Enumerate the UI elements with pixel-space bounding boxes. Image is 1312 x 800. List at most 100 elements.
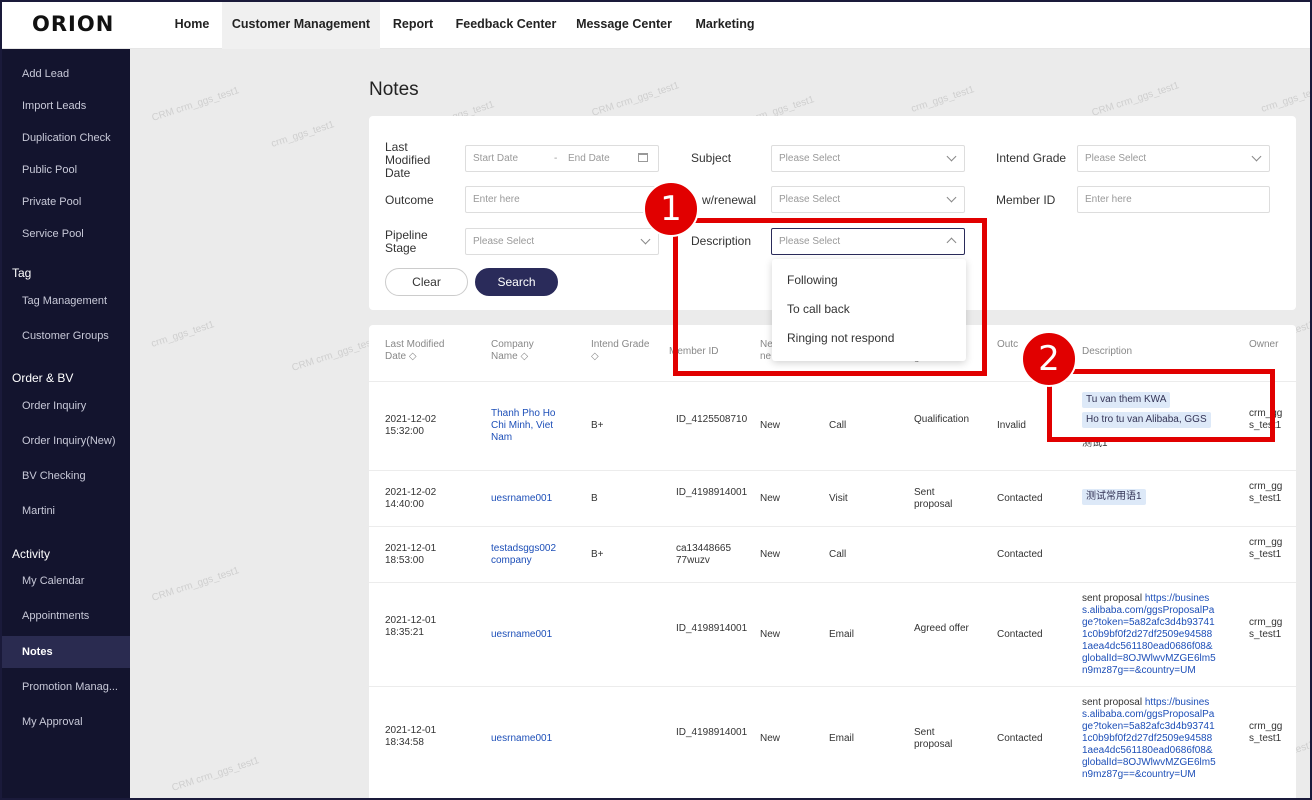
col-company-name[interactable]: Company Name ◇ <box>491 339 561 363</box>
subject-select[interactable]: Please Select <box>771 145 965 172</box>
cell-company-link[interactable]: uesrname001 <box>491 493 552 505</box>
callout-badge-1: 1 <box>643 181 699 237</box>
sidebar-item-public-pool[interactable]: Public Pool <box>2 154 130 186</box>
cell-outcome: Contacted <box>997 493 1043 504</box>
table-row[interactable]: 2021-12-02 14:40:00 uesrname001 B ID_419… <box>369 470 1296 526</box>
callout-box-1 <box>673 218 987 376</box>
cell-status: New <box>760 420 781 431</box>
nav-report[interactable]: Report <box>384 0 442 49</box>
watermark-text: crm_ggs_test1 <box>149 319 216 350</box>
cell-description: sent proposal https://business.alibaba.c… <box>1082 697 1216 781</box>
cell-grade: B <box>591 493 598 504</box>
proposal-link[interactable]: https://business.alibaba.com/ggsProposal… <box>1082 593 1216 676</box>
sidebar-item-service-pool[interactable]: Service Pool <box>2 218 130 250</box>
col-intend-grade[interactable]: Intend Grade ◇ <box>591 339 651 363</box>
callout-badge-2: 2 <box>1021 331 1077 387</box>
nav-home[interactable]: Home <box>163 0 221 49</box>
cell-date: 2021-12-01 18:53:00 <box>385 543 437 566</box>
outcome-input[interactable]: Enter here <box>465 186 659 213</box>
watermark-text: crm_ggs_test1 <box>909 84 976 115</box>
cell-date: 2021-12-02 14:40:00 <box>385 487 437 510</box>
sidebar-item-my-approval[interactable]: My Approval <box>2 706 130 738</box>
cell-owner: crm_ggs_test1 <box>1249 481 1283 504</box>
sidebar-item-my-calendar[interactable]: My Calendar <box>2 565 130 597</box>
sidebar-item-notes[interactable]: Notes <box>2 636 130 668</box>
watermark-text: CRM crm_ggs_test1 <box>590 80 681 119</box>
sidebar-item-add-lead[interactable]: Add Lead <box>2 58 130 90</box>
table-row[interactable]: 2021-12-01 18:34:58 uesrname001 ID_41989… <box>369 686 1296 796</box>
date-range-picker[interactable]: Start Date - End Date <box>465 145 659 172</box>
cell-type: Email <box>829 629 855 640</box>
sort-icon: ◇ <box>520 351 529 362</box>
cell-company-link[interactable]: uesrname001 <box>491 629 552 641</box>
nav-customer-management[interactable]: Customer Management <box>222 0 380 49</box>
cell-company-link[interactable]: uesrname001 <box>491 733 552 745</box>
label-last-modified-date: Last Modified Date <box>385 140 431 180</box>
intend-grade-placeholder: Please Select <box>1085 153 1147 164</box>
cell-outcome: Contacted <box>997 733 1043 744</box>
sidebar-item-bv-checking[interactable]: BV Checking <box>2 460 130 492</box>
table-row[interactable]: 2021-12-01 18:53:00 testadsggs002 compan… <box>369 526 1296 582</box>
chevron-down-icon <box>946 151 957 162</box>
member-id-input[interactable]: Enter here <box>1077 186 1270 213</box>
label-subject: Subject <box>691 151 732 165</box>
cell-stage: Qualification <box>914 414 970 425</box>
sidebar-item-order-inquiry-new[interactable]: Order Inquiry(New) <box>2 425 130 457</box>
cell-type: Visit <box>829 493 848 504</box>
cell-member-id: ID_4198914001 <box>676 487 748 498</box>
cell-company-link[interactable]: Thanh Pho Ho Chi Minh, Viet Nam <box>491 408 561 444</box>
sidebar-item-import-leads[interactable]: Import Leads <box>2 90 130 122</box>
col-last-modified-date[interactable]: Last Modified Date ◇ <box>385 339 465 363</box>
sidebar-item-appointments[interactable]: Appointments <box>2 600 130 632</box>
date-range-dash: - <box>554 153 558 164</box>
chevron-down-icon <box>946 192 957 203</box>
cell-description: 测试常用语1 <box>1082 489 1146 509</box>
cell-type: Call <box>829 549 847 560</box>
col-description: Description <box>1082 346 1133 357</box>
label-outcome: Outcome <box>385 193 434 207</box>
sidebar-item-customer-groups[interactable]: Customer Groups <box>2 320 130 352</box>
callout-box-2 <box>1047 369 1275 442</box>
sidebar-item-order-inquiry[interactable]: Order Inquiry <box>2 390 130 422</box>
sort-icon: ◇ <box>591 351 599 362</box>
page-title: Notes <box>369 79 419 100</box>
description-text: sent proposal <box>1082 697 1143 708</box>
member-id-placeholder: Enter here <box>1085 194 1132 205</box>
sidebar-item-duplication-check[interactable]: Duplication Check <box>2 122 130 154</box>
col-owner: Owner <box>1249 339 1279 350</box>
sidebar-item-private-pool[interactable]: Private Pool <box>2 186 130 218</box>
sort-icon: ◇ <box>408 351 417 362</box>
nav-marketing[interactable]: Marketing <box>686 0 764 49</box>
table-row[interactable]: 2021-12-01 18:35:21 uesrname001 ID_41989… <box>369 582 1296 686</box>
sidebar-item-tag-management[interactable]: Tag Management <box>2 285 130 317</box>
cell-stage: Agreed offer <box>914 623 969 634</box>
watermark-text: CRM crm_ggs_test1 <box>150 85 241 124</box>
cell-owner: crm_ggs_test1 <box>1249 721 1283 744</box>
intend-grade-select[interactable]: Please Select <box>1077 145 1270 172</box>
sidebar-item-promotion-management[interactable]: Promotion Manag... <box>2 671 130 703</box>
cell-type: Email <box>829 733 855 744</box>
sidebar-heading-tag: Tag <box>12 266 32 280</box>
cell-company-link[interactable]: testadsggs002 company <box>491 543 561 567</box>
cell-date: 2021-12-02 15:32:00 <box>385 414 437 437</box>
cell-status: New <box>760 493 781 504</box>
new-renewal-select[interactable]: Please Select <box>771 186 965 213</box>
col-outcome: Outc <box>997 339 1019 350</box>
cell-type: Call <box>829 420 847 431</box>
cell-owner: crm_ggs_test1 <box>1249 537 1283 560</box>
cell-owner: crm_ggs_test1 <box>1249 617 1283 640</box>
proposal-link[interactable]: https://business.alibaba.com/ggsProposal… <box>1082 697 1216 780</box>
new-renewal-placeholder: Please Select <box>779 194 841 205</box>
watermark-text: crm_ggs_test1 <box>1259 84 1310 115</box>
pipeline-stage-placeholder: Please Select <box>473 236 535 247</box>
chevron-down-icon <box>1251 151 1262 162</box>
cell-stage: Sent proposal <box>914 487 953 510</box>
pipeline-stage-select[interactable]: Please Select <box>465 228 659 255</box>
sidebar-item-martini[interactable]: Martini <box>2 495 130 527</box>
nav-message-center[interactable]: Message Center <box>572 0 676 49</box>
label-intend-grade: Intend Grade <box>996 151 1067 165</box>
clear-button[interactable]: Clear <box>385 268 468 296</box>
search-button[interactable]: Search <box>475 268 558 296</box>
nav-feedback-center[interactable]: Feedback Center <box>450 0 562 49</box>
cell-outcome: Contacted <box>997 629 1043 640</box>
